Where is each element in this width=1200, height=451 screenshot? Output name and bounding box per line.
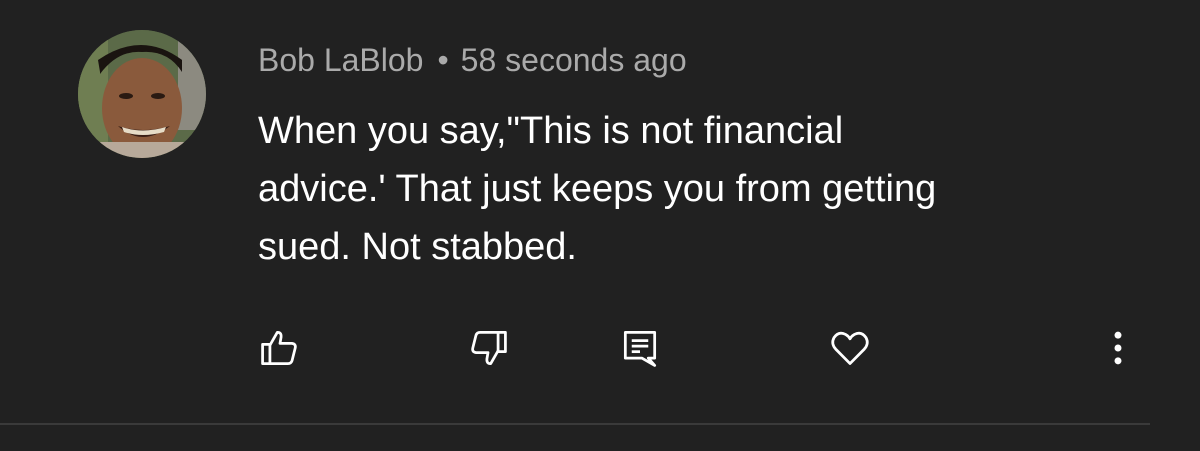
heart-icon [831, 331, 869, 365]
thumbs-up-icon [261, 331, 297, 365]
avatar-image [78, 30, 206, 158]
thumbs-down-icon [471, 331, 507, 365]
heart-button[interactable] [822, 320, 878, 376]
comment-text-line: When you say,"This is not financial [258, 110, 844, 152]
comment-item: Bob LaBlob • 58 seconds ago When you say,"… [0, 0, 1200, 451]
comment-reply-icon [623, 331, 657, 367]
comment-text-line: sued. Not stabbed. [258, 226, 577, 268]
comment-text: When you say,"This is not financial advi… [258, 102, 1158, 276]
avatar[interactable] [78, 30, 206, 158]
comment-timestamp: 58 seconds ago [460, 42, 687, 78]
divider [0, 423, 1150, 425]
comment-meta: Bob LaBlob • 58 seconds ago [258, 38, 687, 82]
dislike-button[interactable] [460, 320, 516, 376]
like-button[interactable] [252, 320, 308, 376]
meta-separator: • [437, 42, 449, 78]
more-vertical-icon [1114, 331, 1122, 365]
more-options-button[interactable] [1090, 320, 1146, 376]
comment-text-line: advice.' That just keeps you from gettin… [258, 168, 937, 210]
author-name[interactable]: Bob LaBlob [258, 42, 423, 78]
reply-button[interactable] [612, 320, 668, 376]
